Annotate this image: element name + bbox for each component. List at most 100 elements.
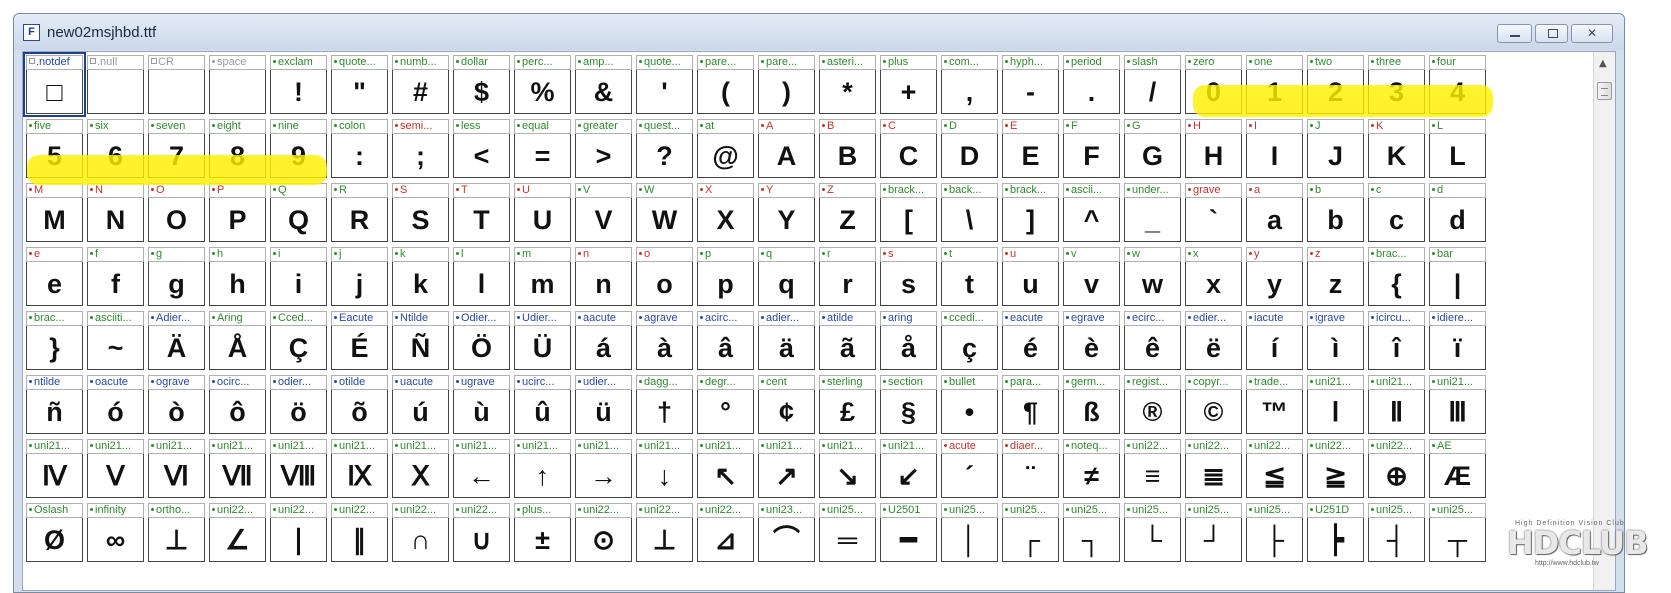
glyph-cell[interactable]: tt [941,247,998,306]
glyph-cell[interactable]: adier... ä [758,311,815,370]
glyph-cell[interactable]: KK [1368,119,1425,178]
glyph-cell[interactable]: dd [1429,183,1486,242]
glyph-cell[interactable]: .notdef □ [23,52,86,117]
glyph-cell[interactable]: jj [331,247,388,306]
glyph-cell[interactable]: acute ´ [941,439,998,498]
glyph-cell[interactable]: uni22... ⊿ [697,503,754,562]
glyph-cell[interactable]: brack... [ [880,183,937,242]
glyph-cell[interactable]: odier... ö [270,375,327,434]
glyph-cell[interactable]: noteq... ≠ [1063,439,1120,498]
glyph-cell[interactable]: uni22... ≦ [1246,439,1303,498]
glyph-cell[interactable]: semi...; [392,119,449,178]
glyph-cell[interactable]: bullet • [941,375,998,434]
glyph-cell[interactable]: ucirc... û [514,375,571,434]
glyph-cell[interactable]: ecirc... ê [1124,311,1181,370]
glyph-cell[interactable]: back... \ [941,183,998,242]
font-file-icon[interactable]: F [23,24,40,41]
glyph-cell[interactable]: quest...? [636,119,693,178]
glyph-cell[interactable]: bar | [1429,247,1486,306]
glyph-cell[interactable]: RR [331,183,388,242]
glyph-cell[interactable]: otilde õ [331,375,388,434]
glyph-cell[interactable]: sterling £ [819,375,876,434]
glyph-cell[interactable]: LL [1429,119,1486,178]
glyph-cell[interactable]: nn [575,247,632,306]
glyph-cell[interactable]: vv [1063,247,1120,306]
glyph-cell[interactable]: qq [758,247,815,306]
glyph-cell[interactable]: space [209,55,266,114]
glyph-cell[interactable]: trade... ™ [1246,375,1303,434]
glyph-cell[interactable]: uni21... Ⅰ [1307,375,1364,434]
glyph-cell[interactable]: uacute ú [392,375,449,434]
glyph-cell[interactable]: uni21... Ⅲ [1429,375,1486,434]
glyph-cell[interactable]: YY [758,183,815,242]
glyph-cell[interactable]: xx [1185,247,1242,306]
glyph-cell[interactable]: infinity ∞ [87,503,144,562]
glyph-cell[interactable]: Odier... Ö [453,311,510,370]
glyph-cell[interactable]: uni21... Ⅸ [331,439,388,498]
glyph-cell[interactable]: uni22... ∪ [453,503,510,562]
glyph-cell[interactable]: pare... ( [697,55,754,114]
glyph-cell[interactable]: dagg... † [636,375,693,434]
glyph-cell[interactable]: ortho... ⊥ [148,503,205,562]
glyph-cell[interactable]: icircu... î [1368,311,1425,370]
glyph-cell[interactable]: uni21... ↘ [819,439,876,498]
title-bar[interactable]: F new02msjhbd.ttf [14,14,1624,50]
glyph-cell[interactable]: aacute á [575,311,632,370]
glyph-cell[interactable]: U251D ┝ [1307,503,1364,562]
glyph-cell[interactable]: egrave è [1063,311,1120,370]
glyph-cell[interactable]: Oslash Ø [26,503,83,562]
glyph-cell[interactable]: uni25... ═ [819,503,876,562]
glyph-cell[interactable]: brac...} [26,311,83,370]
glyph-cell[interactable]: ccedi... ç [941,311,998,370]
glyph-cell[interactable]: plus... ± [514,503,571,562]
glyph-cell[interactable]: hyph... - [1002,55,1059,114]
glyph-cell[interactable]: aa [1246,183,1303,242]
glyph-cell[interactable]: exclam! [270,55,327,114]
glyph-cell[interactable]: EE [1002,119,1059,178]
glyph-cell[interactable]: less < [453,119,510,178]
glyph-cell[interactable]: WW [636,183,693,242]
glyph-cell[interactable]: ss [880,247,937,306]
glyph-cell[interactable]: CR [148,55,205,114]
glyph-cell[interactable]: HH [1185,119,1242,178]
glyph-cell[interactable]: rr [819,247,876,306]
glyph-cell[interactable]: degr... ° [697,375,754,434]
glyph-cell[interactable]: uni22... ∥ [331,503,388,562]
glyph-cell[interactable]: uni22... ∣ [270,503,327,562]
glyph-cell[interactable]: perc...% [514,55,571,114]
glyph-cell[interactable]: ll [453,247,510,306]
minimize-button[interactable] [1497,24,1532,43]
glyph-cell[interactable]: ZZ [819,183,876,242]
glyph-cell[interactable]: uni21... Ⅵ [148,439,205,498]
glyph-cell[interactable]: plus + [880,55,937,114]
glyph-cell[interactable]: uni22... ⊙ [575,503,632,562]
glyph-cell[interactable]: uni25... ├ [1246,503,1303,562]
glyph-cell[interactable]: uni21... Ⅳ [26,439,83,498]
glyph-cell[interactable]: XX [697,183,754,242]
glyph-cell[interactable]: AA [758,119,815,178]
glyph-cell[interactable]: uni22... ⊕ [1368,439,1425,498]
glyph-cell[interactable]: udier... ü [575,375,632,434]
glyph-cell[interactable]: hh [209,247,266,306]
glyph-cell[interactable]: greater > [575,119,632,178]
glyph-cell[interactable]: NN [87,183,144,242]
glyph-cell[interactable]: dollar $ [453,55,510,114]
glyph-cell[interactable]: uni21... ← [453,439,510,498]
glyph-cell[interactable]: AE Æ [1429,439,1486,498]
glyph-cell[interactable]: uni22... ∠ [209,503,266,562]
glyph-cell[interactable]: CC [880,119,937,178]
glyph-cell[interactable]: Eacute É [331,311,388,370]
glyph-cell[interactable]: uni21... ↓ [636,439,693,498]
glyph-cell[interactable]: MM [26,183,83,242]
glyph-cell[interactable]: uni21... Ⅴ [87,439,144,498]
glyph-cell[interactable]: acirc... â [697,311,754,370]
glyph-cell[interactable]: ugrave ù [453,375,510,434]
glyph-cell[interactable]: OO [148,183,205,242]
glyph-cell[interactable]: amp... & [575,55,632,114]
glyph-cell[interactable]: JJ [1307,119,1364,178]
glyph-cell[interactable]: ff [87,247,144,306]
glyph-cell[interactable]: ee [26,247,83,306]
glyph-cell[interactable]: uni21... Ⅹ [392,439,449,498]
glyph-cell[interactable]: para... ¶ [1002,375,1059,434]
scroll-up-arrow-icon[interactable]: ▲ [1599,58,1607,69]
